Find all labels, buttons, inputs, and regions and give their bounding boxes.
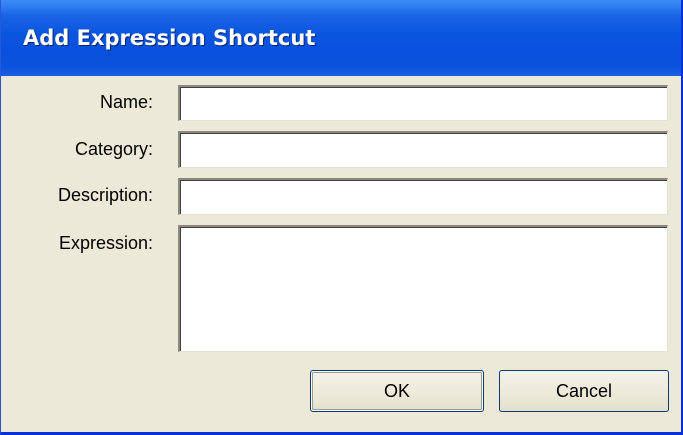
expression-textarea[interactable] <box>178 225 668 352</box>
expression-label: Expression: <box>58 233 153 253</box>
cancel-button[interactable]: Cancel <box>499 370 669 412</box>
category-label: Category: <box>74 139 153 159</box>
name-label: Name: <box>99 92 153 112</box>
description-label: Description: <box>57 185 153 205</box>
add-expression-shortcut-dialog: Add Expression Shortcut Name: Category: … <box>0 0 683 435</box>
name-input[interactable] <box>178 85 668 121</box>
description-input[interactable] <box>178 178 668 215</box>
ok-button[interactable]: OK <box>310 370 484 412</box>
category-input[interactable] <box>178 131 668 168</box>
title-bar[interactable]: Add Expression Shortcut <box>1 0 681 76</box>
dialog-title: Add Expression Shortcut <box>23 26 316 50</box>
